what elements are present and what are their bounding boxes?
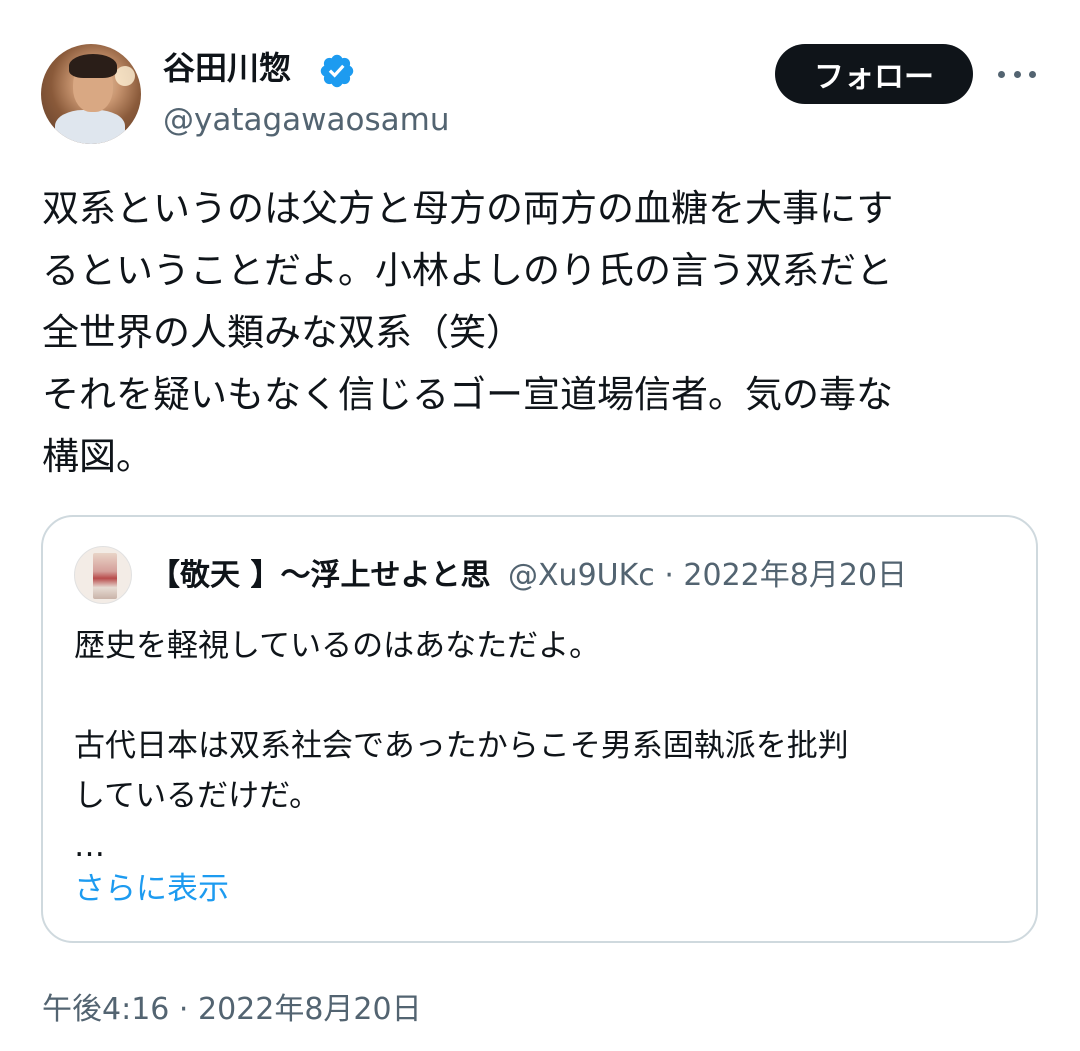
follow-button[interactable]: フォロー (775, 44, 973, 104)
show-more-link[interactable]: さらに表示 (74, 867, 229, 911)
quoted-author-display-name: 【敬天 】〜浮上せよと思 (150, 558, 491, 593)
avatar-background-light (115, 66, 135, 86)
quoted-author-avatar (74, 546, 132, 604)
author-display-name[interactable]: 谷田川惣 (163, 48, 291, 88)
quoted-tweet-text: 歴史を軽視しているのはあなただよ。 古代日本は双系社会であったからこそ男系固執派… (74, 621, 1014, 871)
quoted-text-ellipsis: … (74, 828, 105, 864)
more-dot (1029, 70, 1036, 78)
header-separator: · (664, 558, 674, 593)
quoted-text-line: 歴史を軽視しているのはあなただよ。 (74, 628, 601, 664)
quoted-tweet-header: 【敬天 】〜浮上せよと思 @Xu9UKc · 2022年8月20日 (150, 553, 1010, 599)
tweet-text-line: それを疑いもなく信じるゴー宣道場信者。気の毒な (42, 373, 893, 416)
quoted-text-line: 古代日本は双系社会であったからこそ男系固執派を批判 (74, 728, 849, 764)
tweet-text-line: るということだよ。小林よしのり氏の言う双系だと (42, 249, 893, 292)
quoted-author-handle: @Xu9UKc (508, 558, 655, 593)
tweet-text-line: 全世界の人類みな双系（笑） (42, 311, 523, 354)
avatar-shirt (55, 110, 125, 144)
tweet: 谷田川惣 @yatagawaosamu フォロー 双系というのは父方と母方の両方… (0, 0, 1080, 1051)
more-dot (998, 70, 1005, 78)
avatar-book-image (93, 553, 117, 599)
verified-badge-icon (320, 54, 354, 88)
more-options-icon[interactable] (998, 60, 1036, 88)
quoted-text-line: しているだけだ。 (74, 778, 321, 814)
author-handle[interactable]: @yatagawaosamu (163, 100, 449, 140)
author-avatar[interactable] (41, 44, 141, 144)
quoted-tweet-date: 2022年8月20日 (683, 558, 908, 593)
quoted-tweet-card[interactable]: 【敬天 】〜浮上せよと思 @Xu9UKc · 2022年8月20日 歴史を軽視し… (41, 515, 1038, 943)
tweet-text-line: 構図。 (42, 435, 153, 478)
tweet-text-line: 双系というのは父方と母方の両方の血糖を大事にす (42, 187, 894, 230)
tweet-timestamp[interactable]: 午後4:16 · 2022年8月20日 (42, 988, 422, 1032)
more-dot (1013, 70, 1021, 78)
tweet-text: 双系というのは父方と母方の両方の血糖を大事にす るということだよ。小林よしのり氏… (42, 178, 1032, 488)
avatar-hair (69, 54, 117, 78)
